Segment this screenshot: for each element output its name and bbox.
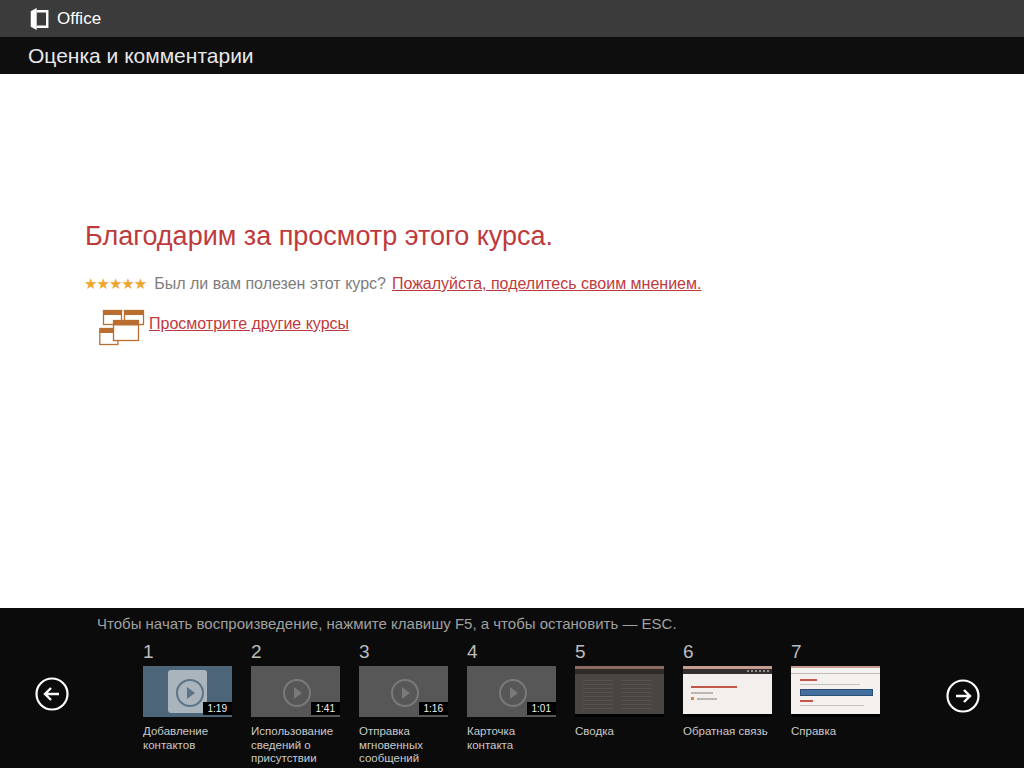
thumbnail-label: Добавление контактов [143,725,239,752]
play-icon [283,679,311,707]
slide-thumbnail-3[interactable]: 1:16 [359,666,448,717]
thumbnail-label: Использование сведений о присутствии [251,725,347,766]
thumbnail-label: Обратная связь [683,725,779,739]
slide-number: 3 [359,641,370,663]
navigation-panel: Чтобы начать воспроизведение, нажмите кл… [0,608,1024,768]
play-icon [176,679,204,707]
slide-thumbnail-2[interactable]: 1:41 [251,666,340,717]
slide-thumbnail-7[interactable] [791,666,880,717]
feedback-question: Был ли вам полезен этот курс? [154,275,386,293]
duration-badge: 1:16 [419,702,448,715]
arrow-left-icon [34,676,70,712]
slide-number: 6 [683,641,694,663]
play-icon [391,679,419,707]
duration-badge: 1:01 [527,702,556,715]
doc-preview [791,666,880,714]
playback-instruction: Чтобы начать воспроизведение, нажмите кл… [97,615,677,632]
courses-row: Просмотрите другие курсы [99,309,145,351]
slide-thumbnail-1[interactable]: 1:19 [143,666,232,717]
slide-number: 1 [143,641,154,663]
slide-thumbnail-4[interactable]: 1:01 [467,666,556,717]
slide-title-bar: Оценка и комментарии [0,37,1024,74]
play-icon [499,679,527,707]
app-bar: Office [0,0,1024,37]
thanks-heading: Благодарим за просмотр этого курса. [85,221,553,252]
courses-icon [99,309,145,347]
doc-preview [683,666,772,714]
office-logo-icon [28,6,50,32]
thumbnail-label: Карточка контакта [467,725,563,752]
star-rating[interactable]: ★★★★★ [84,275,146,293]
slide-thumbnail-6[interactable] [683,666,772,717]
share-opinion-link[interactable]: Пожалуйста, поделитесь своим мнением. [392,275,702,293]
next-slide-button[interactable] [945,678,981,714]
office-logo: Office [28,6,101,32]
slide-number: 5 [575,641,586,663]
thumbnail-label: Сводка [575,725,671,739]
slide-number: 4 [467,641,478,663]
thumbnail-label: Справка [791,725,887,739]
rating-row: ★★★★★ Был ли вам полезен этот курс? Пожа… [84,275,701,293]
slide-thumbnail-5[interactable] [575,666,664,717]
browse-courses-link[interactable]: Просмотрите другие курсы [149,315,349,333]
arrow-right-icon [945,678,981,714]
slide-number: 7 [791,641,802,663]
duration-badge: 1:19 [203,702,232,715]
slide-number: 2 [251,641,262,663]
slide-title: Оценка и комментарии [28,44,254,68]
previous-slide-button[interactable] [34,676,70,712]
office-brand: Office [57,9,101,29]
doc-preview [575,666,664,714]
thumbnail-label: Отправка мгновенных сообщений [359,725,455,766]
slide-content: Благодарим за просмотр этого курса. ★★★★… [0,74,1024,608]
duration-badge: 1:41 [311,702,340,715]
